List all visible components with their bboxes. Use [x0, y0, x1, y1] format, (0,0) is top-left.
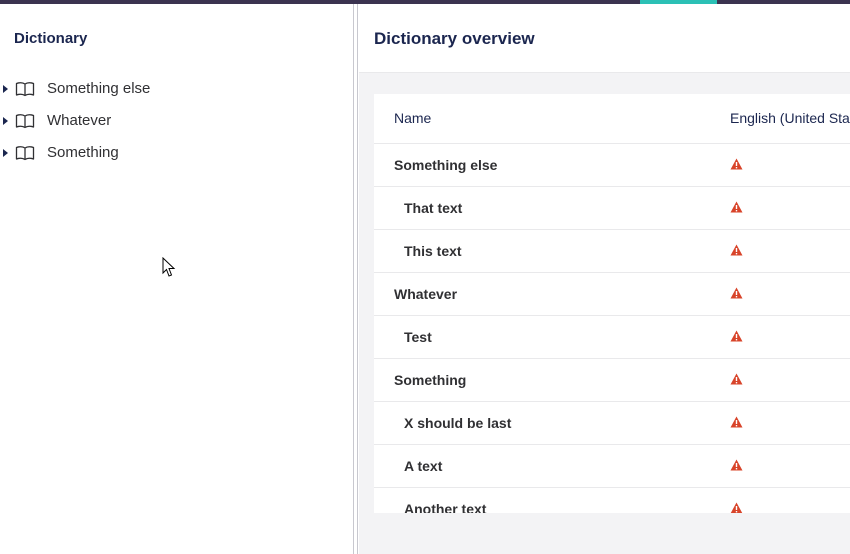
table-row[interactable]: A text	[374, 445, 850, 488]
warning-icon	[730, 459, 743, 471]
table-row[interactable]: Test	[374, 316, 850, 359]
caret-right-icon[interactable]	[3, 149, 8, 157]
warning-icon	[730, 158, 743, 170]
tree-item-label: Whatever	[47, 112, 112, 129]
book-icon	[15, 82, 35, 97]
dictionary-item-name[interactable]: X should be last	[404, 415, 511, 431]
tree-item-label: Something	[47, 144, 119, 161]
warning-icon	[730, 416, 743, 428]
tree-item[interactable]: Something else	[0, 73, 353, 105]
table-row[interactable]: Something else	[374, 144, 850, 187]
table-row[interactable]: This text	[374, 230, 850, 273]
mouse-cursor-icon	[162, 257, 176, 277]
page-title: Dictionary overview	[374, 29, 535, 48]
tree-item[interactable]: Something	[0, 137, 353, 169]
warning-icon	[730, 502, 743, 513]
dictionary-item-name[interactable]: This text	[404, 243, 462, 259]
warning-icon	[730, 330, 743, 342]
main-header: Dictionary overview	[359, 4, 850, 73]
dictionary-item-name[interactable]: A text	[404, 458, 442, 474]
dictionary-item-name[interactable]: Something else	[394, 157, 497, 173]
table-row[interactable]: Something	[374, 359, 850, 402]
table-header-row: Name English (United Stat	[374, 94, 850, 144]
caret-right-icon[interactable]	[3, 117, 8, 125]
warning-icon	[730, 287, 743, 299]
panel-splitter[interactable]	[353, 4, 358, 554]
warning-icon	[730, 201, 743, 213]
book-icon	[15, 146, 35, 161]
sidebar: Dictionary Something else Whatever Somethi…	[0, 4, 353, 554]
tree-item[interactable]: Whatever	[0, 105, 353, 137]
table-body: Something else That text This text Whatever…	[374, 144, 850, 513]
book-icon	[15, 114, 35, 129]
dictionary-tree: Something else Whatever Something	[0, 73, 353, 169]
table-row[interactable]: That text	[374, 187, 850, 230]
warning-icon	[730, 244, 743, 256]
dictionary-table: Name English (United Stat Something else…	[374, 94, 850, 513]
column-header-name: Name	[394, 110, 432, 126]
column-header-language: English (United Stat	[730, 110, 850, 126]
dictionary-item-name[interactable]: That text	[404, 200, 462, 216]
table-row[interactable]: Another text	[374, 488, 850, 513]
caret-right-icon[interactable]	[3, 85, 8, 93]
warning-icon	[730, 373, 743, 385]
table-row[interactable]: X should be last	[374, 402, 850, 445]
dictionary-item-name[interactable]: Whatever	[394, 286, 457, 302]
tree-item-label: Something else	[47, 80, 151, 97]
main-panel: Dictionary overview Name English (United…	[359, 4, 850, 554]
table-row[interactable]: Whatever	[374, 273, 850, 316]
dictionary-item-name[interactable]: Test	[404, 329, 432, 345]
sidebar-title: Dictionary	[14, 30, 88, 47]
dictionary-item-name[interactable]: Something	[394, 372, 466, 388]
dictionary-item-name[interactable]: Another text	[404, 501, 486, 513]
